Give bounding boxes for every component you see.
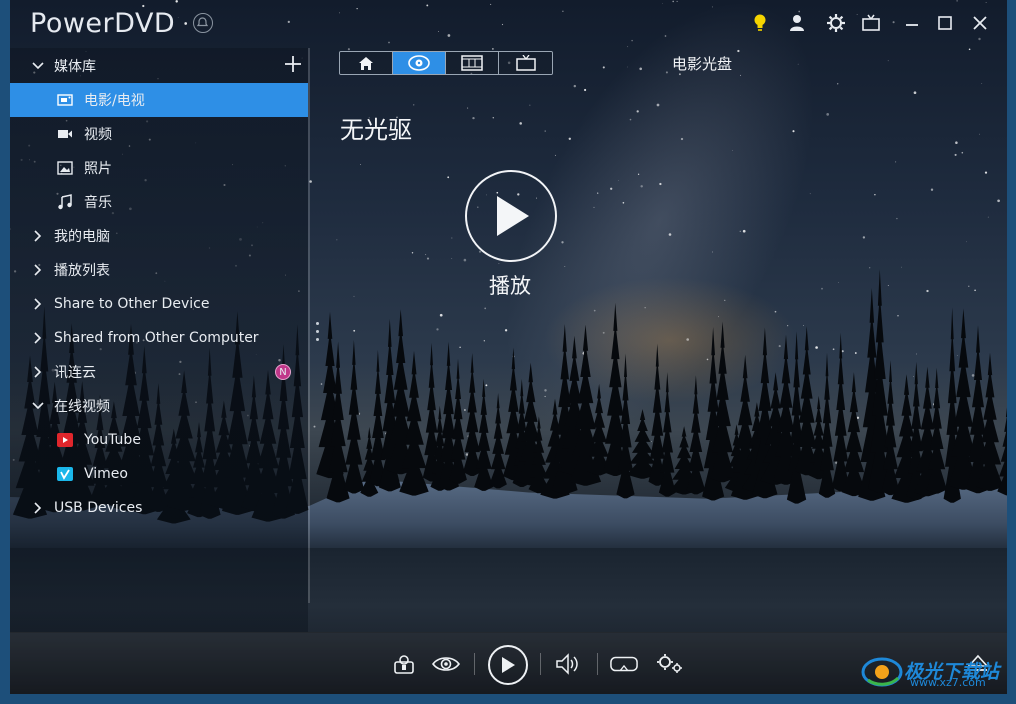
youtube-icon: [56, 432, 74, 448]
sidebar-resize-handle[interactable]: [316, 322, 320, 346]
sidebar-group-label: Shared from Other Computer: [54, 330, 259, 346]
sidebar-item-youtube[interactable]: YouTube: [10, 423, 308, 457]
chevron-right-icon: [34, 366, 42, 378]
sidebar-item-music[interactable]: 音乐: [10, 185, 308, 219]
chevron-right-icon: [34, 264, 42, 276]
chevron-right-icon: [34, 502, 42, 514]
sidebar-group-my-computer[interactable]: 我的电脑: [10, 219, 308, 253]
playback-control-bar: [10, 632, 1007, 694]
settings-gear-icon[interactable]: [822, 10, 850, 36]
sidebar-divider[interactable]: [308, 48, 310, 603]
watermark: 极光下载站 www.xz7.com: [860, 650, 999, 690]
tab-disc[interactable]: [393, 52, 446, 74]
app-window: PowerDVD 媒体库 电影/电视 视频 照片 音乐 我的电脑 播放列表 Sh…: [10, 0, 1007, 694]
play-button[interactable]: [488, 645, 528, 685]
tab-home[interactable]: [340, 52, 393, 74]
tab-tv[interactable]: [499, 52, 552, 74]
eye-view-icon[interactable]: [432, 651, 460, 677]
sidebar-item-movies-tv[interactable]: 电影/电视: [10, 83, 308, 117]
chevron-down-icon: [32, 402, 44, 410]
lightbulb-icon[interactable]: [746, 10, 774, 36]
sidebar-group-media-library[interactable]: 媒体库: [10, 49, 308, 83]
snapshot-icon[interactable]: [390, 651, 418, 677]
status-no-drive: 无光驱: [340, 116, 412, 144]
sidebar-group-cyberlink-cloud[interactable]: 讯连云 N: [10, 355, 308, 389]
big-play-button[interactable]: [465, 170, 557, 262]
sidebar-group-label: 媒体库: [54, 59, 96, 75]
tv-mode-icon[interactable]: [857, 10, 885, 36]
add-icon[interactable]: [282, 53, 304, 75]
section-title: 电影光盘: [672, 55, 733, 73]
user-icon[interactable]: [783, 10, 811, 36]
sidebar-group-shared-from-computer[interactable]: Shared from Other Computer: [10, 321, 308, 355]
sidebar-group-label: 我的电脑: [54, 229, 110, 245]
minimize-icon[interactable]: [898, 10, 926, 36]
sidebar-group-label: USB Devices: [54, 500, 143, 516]
sidebar-item-label: 音乐: [84, 195, 112, 211]
music-note-icon: [56, 194, 74, 210]
sidebar-group-online-video[interactable]: 在线视频: [10, 389, 308, 423]
photo-icon: [56, 160, 74, 176]
chevron-right-icon: [34, 230, 42, 242]
tab-movies[interactable]: [446, 52, 499, 74]
sidebar-item-label: YouTube: [84, 432, 141, 448]
tv-icon: [515, 55, 536, 71]
vr-headset-icon[interactable]: [610, 651, 638, 677]
video-camera-icon: [56, 126, 74, 142]
sidebar-item-videos[interactable]: 视频: [10, 117, 308, 151]
chevron-right-icon: [34, 298, 42, 310]
disc-icon: [408, 55, 430, 71]
sidebar-item-label: 视频: [84, 127, 112, 143]
sidebar-group-label: 播放列表: [54, 263, 110, 279]
sidebar-item-label: 照片: [84, 161, 112, 177]
play-icon: [502, 657, 515, 673]
new-badge: N: [275, 364, 291, 380]
vimeo-icon: [56, 466, 74, 482]
sidebar-item-label: 电影/电视: [84, 93, 145, 109]
sidebar-group-playlist[interactable]: 播放列表: [10, 253, 308, 287]
app-title: PowerDVD: [30, 8, 176, 39]
volume-icon[interactable]: [554, 651, 582, 677]
sidebar-group-usb-devices[interactable]: USB Devices: [10, 491, 308, 525]
sidebar-item-vimeo[interactable]: Vimeo: [10, 457, 308, 491]
watermark-logo-icon: [861, 657, 903, 687]
home-icon: [359, 56, 373, 70]
maximize-icon[interactable]: [931, 10, 959, 36]
chevron-down-icon: [32, 62, 44, 70]
sidebar-group-share-to-device[interactable]: Share to Other Device: [10, 287, 308, 321]
play-label: 播放: [489, 274, 531, 298]
sidebar-item-photos[interactable]: 照片: [10, 151, 308, 185]
sidebar-item-label: Vimeo: [84, 466, 128, 482]
play-icon: [497, 196, 529, 236]
view-tab-bar: [339, 51, 553, 75]
notification-bell-icon[interactable]: [193, 13, 213, 33]
sidebar-group-label: 讯连云: [54, 365, 96, 381]
watermark-url: www.xz7.com: [910, 676, 986, 689]
chevron-right-icon: [34, 332, 42, 344]
film-strip-icon: [461, 55, 483, 71]
sidebar-group-label: 在线视频: [54, 399, 110, 415]
settings-gears-icon[interactable]: [656, 651, 684, 677]
sidebar-group-label: Share to Other Device: [54, 296, 210, 312]
film-tv-icon: [56, 92, 74, 108]
close-icon[interactable]: [966, 10, 994, 36]
